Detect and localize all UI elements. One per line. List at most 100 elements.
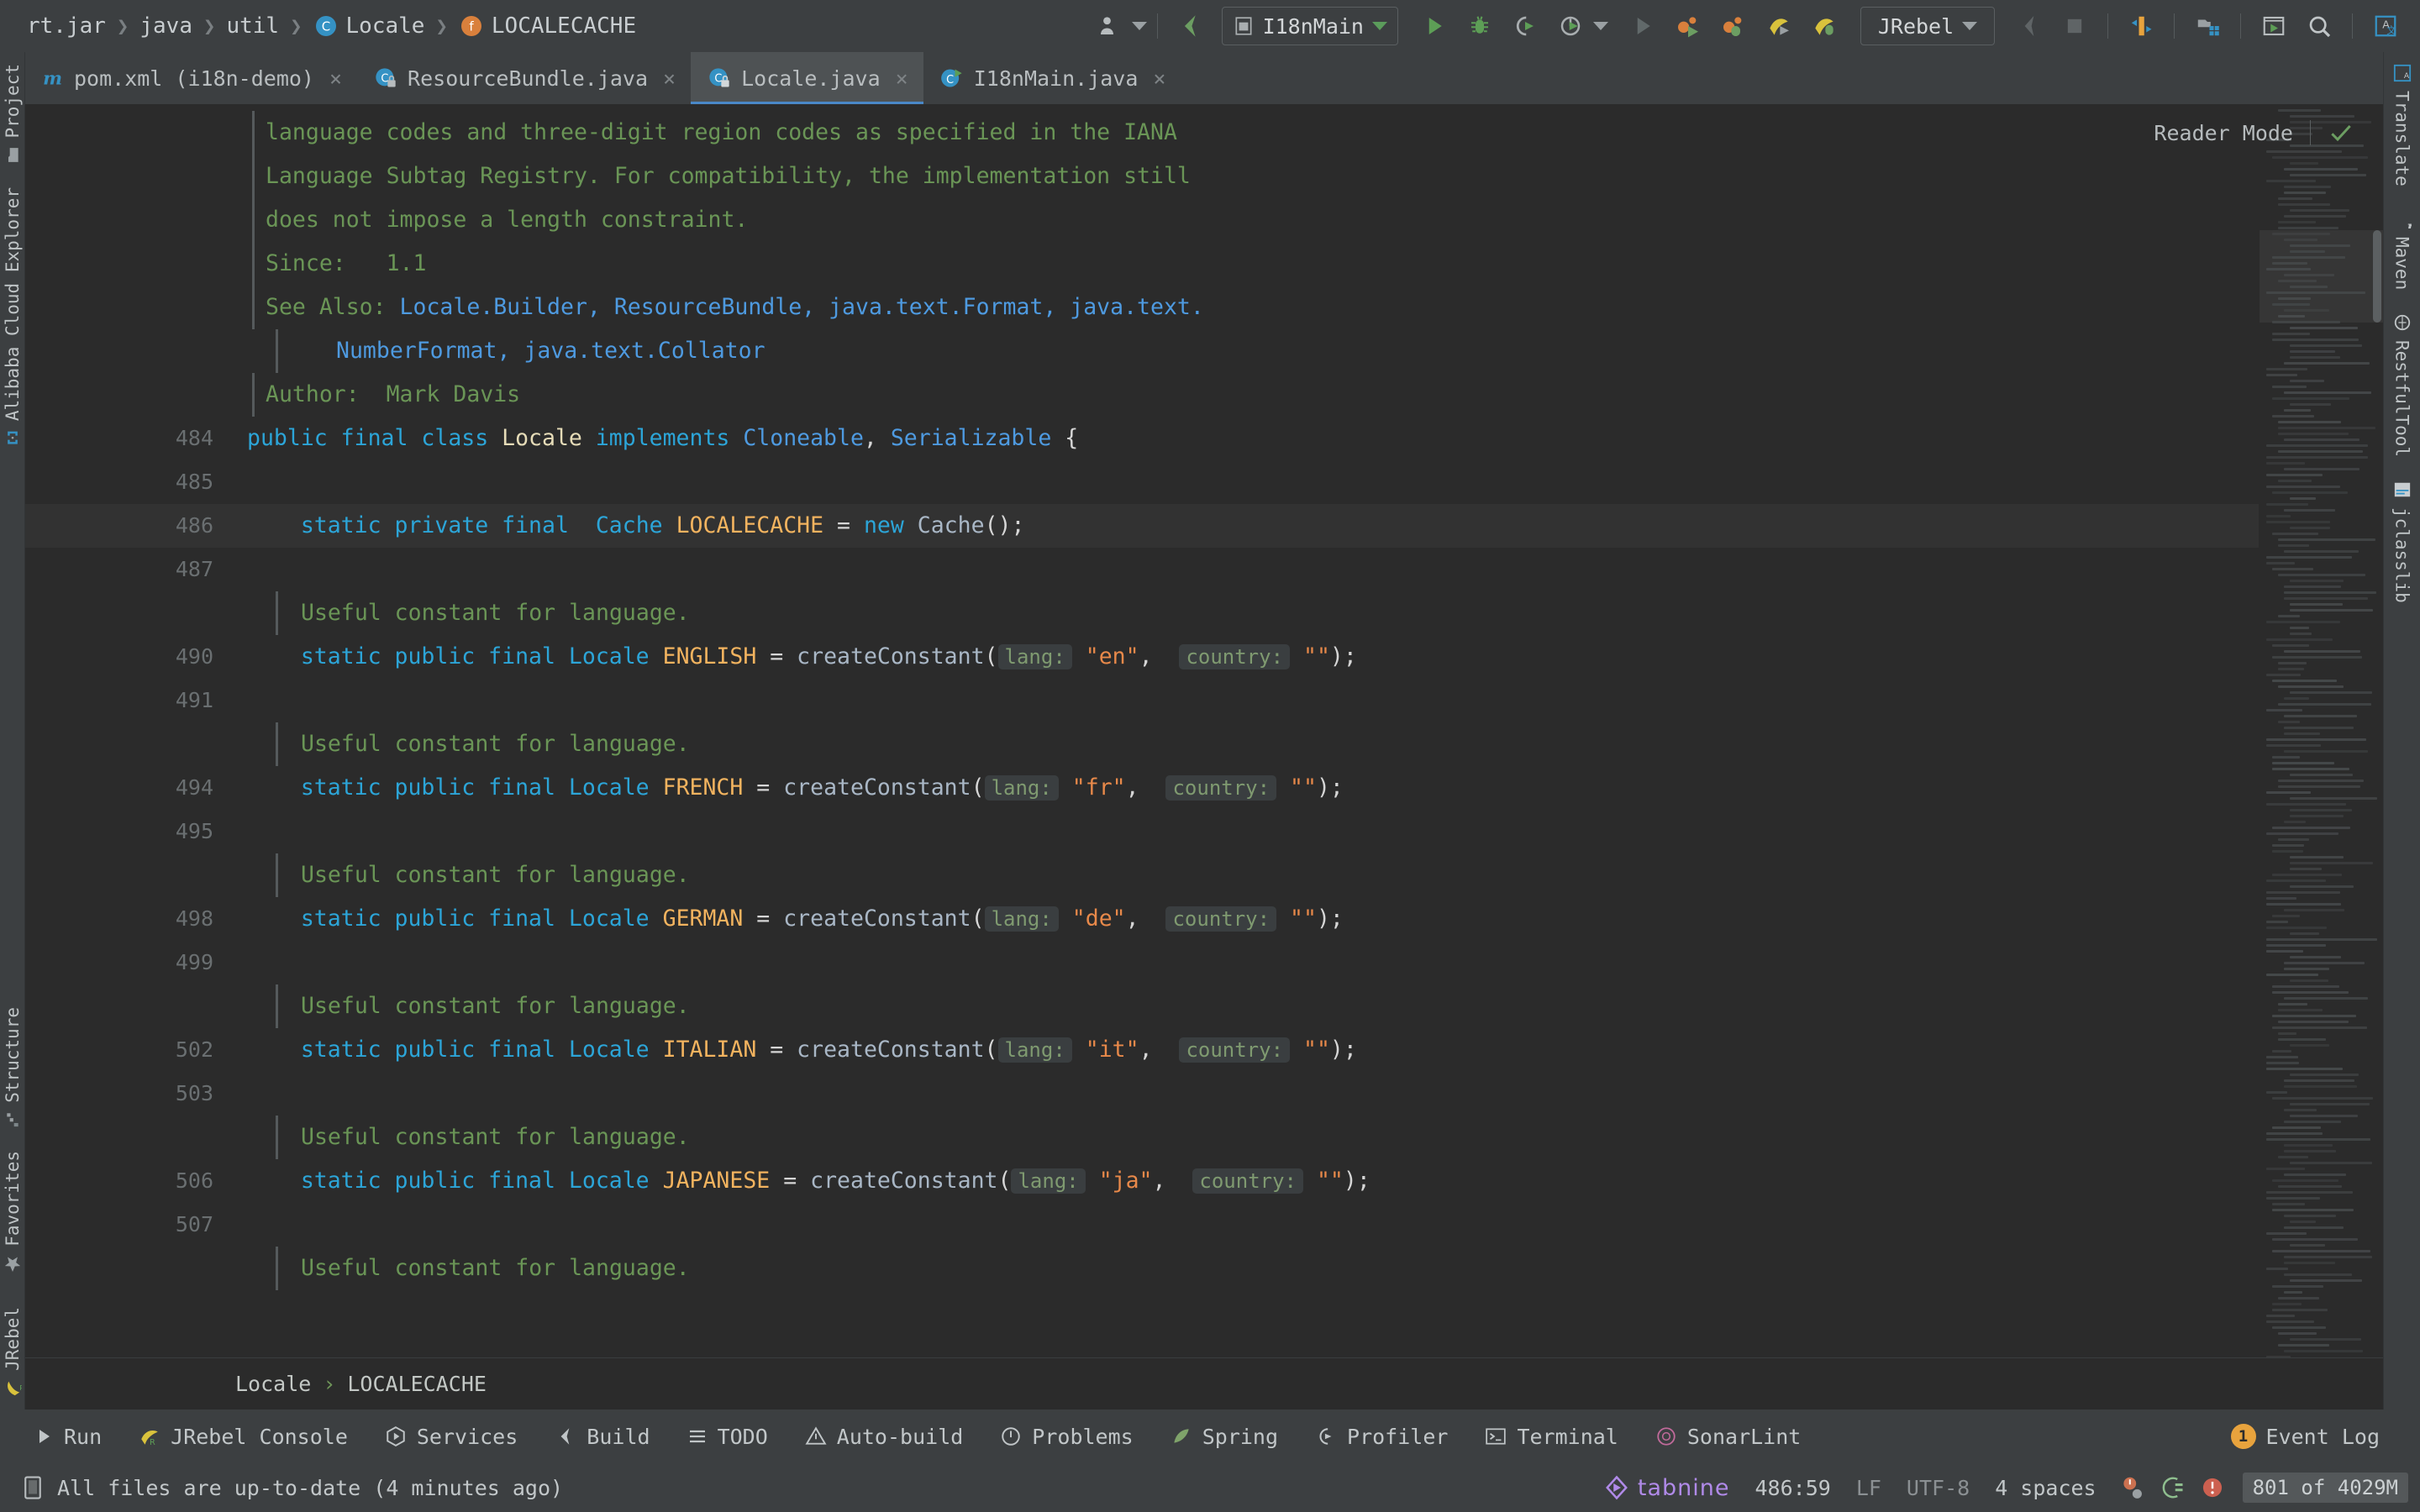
tool-window-profiler[interactable]: Profiler: [1297, 1425, 1466, 1449]
check-icon[interactable]: [2328, 119, 2354, 146]
tool-window-event-log[interactable]: 1 Event Log: [2212, 1424, 2398, 1449]
close-icon[interactable]: ×: [896, 66, 908, 91]
minimap-line: [2284, 1085, 2357, 1088]
line-separator[interactable]: LF: [1856, 1476, 1881, 1500]
sidebar-item-structure[interactable]: Structure: [1, 995, 24, 1140]
file-encoding[interactable]: UTF-8: [1907, 1476, 1970, 1500]
code-line[interactable]: does not impose a length constraint.: [266, 198, 748, 242]
code-content[interactable]: language codes and three-digit region co…: [235, 104, 2259, 1357]
reader-mode-indicator[interactable]: Reader Mode: [2154, 119, 2354, 146]
breadcrumb-item-rtjar[interactable]: rt.jar: [22, 12, 111, 40]
code-line[interactable]: Language Subtag Registry. For compatibil…: [266, 155, 1191, 198]
code-line[interactable]: Useful constant for language.: [301, 984, 690, 1028]
sidebar-item-maven[interactable]: m Maven: [2391, 198, 2414, 302]
build-project-button[interactable]: [2007, 7, 2052, 45]
chevron-right-icon: ❯: [111, 14, 134, 38]
tool-window-spring[interactable]: Spring: [1152, 1425, 1297, 1449]
code-line[interactable]: static public final Locale JAPANESE = cr…: [247, 1159, 1370, 1203]
breadcrumb-item-java[interactable]: java: [134, 12, 197, 40]
sidebar-item-favorites[interactable]: Favorites: [1, 1139, 24, 1285]
inspection-icon[interactable]: [2118, 1474, 2144, 1501]
tabnine-label[interactable]: tabnine: [1638, 1475, 1730, 1501]
back-button[interactable]: [1168, 7, 1213, 45]
breadcrumb-item-localecache[interactable]: f LOCALECACHE: [454, 12, 641, 40]
code-line[interactable]: static public final Locale GERMAN = crea…: [247, 897, 1344, 941]
jrebel-profile-button[interactable]: [1756, 7, 1802, 45]
breadcrumb-item-util[interactable]: util: [221, 12, 284, 40]
sync-button[interactable]: [2118, 7, 2164, 45]
chevron-down-icon[interactable]: [1132, 22, 1147, 30]
code-line[interactable]: static public final Locale ITALIAN = cre…: [247, 1028, 1357, 1072]
jrebel-selector[interactable]: JRebel: [1860, 7, 1995, 45]
project-structure-button[interactable]: [2185, 7, 2230, 45]
code-line[interactable]: Useful constant for language.: [301, 591, 690, 635]
sidebar-item-translate[interactable]: A Translate: [2391, 52, 2414, 198]
code-line[interactable]: NumberFormat, java.text.Collator: [336, 329, 765, 373]
close-icon[interactable]: ×: [329, 66, 342, 91]
code-token-hint: lang:: [985, 906, 1059, 932]
memory-indicator[interactable]: 801 of 4029M: [2243, 1473, 2408, 1503]
sidebar-item-jclasslib[interactable]: jclasslib: [2391, 469, 2414, 615]
tool-window-build[interactable]: Build: [536, 1425, 668, 1449]
tool-window-problems[interactable]: Problems: [981, 1425, 1151, 1449]
editor-pane: Reader Mode 4844854864874904914944954984…: [25, 104, 2383, 1357]
run-button[interactable]: [1412, 7, 1457, 45]
tool-window-todo[interactable]: TODO: [669, 1425, 786, 1449]
tool-window-terminal[interactable]: Terminal: [1466, 1425, 1636, 1449]
breadcrumb-item-locale[interactable]: C Locale: [308, 12, 430, 40]
close-icon[interactable]: ×: [1153, 66, 1165, 91]
code-line[interactable]: language codes and three-digit region co…: [266, 111, 1177, 155]
run-configuration-selector[interactable]: I18nMain: [1222, 7, 1398, 45]
editor-minimap[interactable]: [2259, 104, 2383, 1357]
branch-icon[interactable]: [2160, 1475, 2184, 1500]
jrebel-coverage-button[interactable]: [1802, 7, 1847, 45]
tool-window-auto-build[interactable]: Auto-build: [786, 1425, 982, 1449]
code-line[interactable]: static public final Locale ENGLISH = cre…: [247, 635, 1357, 679]
close-icon[interactable]: ×: [663, 66, 676, 91]
editor-tab-i18nmain-java[interactable]: C I18nMain.java ×: [923, 52, 1181, 104]
code-line[interactable]: Useful constant for language.: [301, 722, 690, 766]
jrebel-run-button[interactable]: [1665, 7, 1711, 45]
caret-position[interactable]: 486:59: [1755, 1476, 1831, 1500]
tool-window-services[interactable]: Services: [366, 1425, 536, 1449]
code-line[interactable]: See Also: Locale.Builder, ResourceBundle…: [266, 286, 1204, 329]
indent-setting[interactable]: 4 spaces: [1995, 1476, 2096, 1500]
code-line[interactable]: public final class Locale implements Clo…: [247, 417, 1078, 460]
code-line[interactable]: static private final Cache LOCALECACHE =…: [247, 504, 1024, 548]
translate-button[interactable]: A文: [2363, 7, 2408, 45]
breadcrumb-class[interactable]: Locale: [235, 1372, 311, 1396]
code-token-cnst: JAPANESE: [663, 1168, 771, 1194]
code-line[interactable]: Since: 1.1: [266, 242, 426, 286]
code-line[interactable]: Useful constant for language.: [301, 1116, 690, 1159]
run-with-coverage-button[interactable]: [1502, 7, 1548, 45]
tool-window-run[interactable]: Run: [22, 1425, 120, 1449]
breadcrumb-member[interactable]: LOCALECACHE: [347, 1372, 487, 1396]
editor-tab-pom-xml[interactable]: m pom.xml (i18n-demo) ×: [25, 52, 357, 104]
scrollbar-thumb[interactable]: [2373, 230, 2381, 323]
tool-window-jrebel-console[interactable]: R JRebel Console: [120, 1425, 366, 1449]
profile-button[interactable]: [1548, 7, 1593, 45]
debug-button[interactable]: [1457, 7, 1502, 45]
jrebel-debug-button[interactable]: [1711, 7, 1756, 45]
search-everywhere-button[interactable]: [2296, 7, 2342, 45]
tabnine-icon[interactable]: [1604, 1475, 1629, 1500]
run-dim-button[interactable]: [1620, 7, 1665, 45]
sidebar-item-jrebel[interactable]: R JRebel: [1, 1285, 24, 1410]
sidebar-item-restfultool[interactable]: RestfulTool: [2391, 302, 2414, 469]
code-line[interactable]: Useful constant for language.: [301, 853, 690, 897]
editor-gutter[interactable]: 4844854864874904914944954984995025035065…: [25, 104, 235, 1357]
sidebar-item-project[interactable]: Project: [1, 52, 24, 176]
sidebar-item-alibaba-cloud-explorer[interactable]: Alibaba Cloud Explorer: [1, 176, 24, 458]
editor-tab-locale-java[interactable]: C Locale.java ×: [691, 52, 923, 104]
code-line[interactable]: static public final Locale FRENCH = crea…: [247, 766, 1344, 810]
error-icon[interactable]: [2201, 1476, 2224, 1499]
code-line[interactable]: Author: Mark Davis: [266, 373, 520, 417]
code-line[interactable]: Useful constant for language.: [301, 1247, 690, 1290]
editor-tabs: m pom.xml (i18n-demo) × C ResourceBundle…: [25, 52, 2383, 104]
profile-switcher-button[interactable]: [1086, 7, 1132, 45]
editor-tab-resourcebundle-java[interactable]: C ResourceBundle.java ×: [357, 52, 691, 104]
run-anything-button[interactable]: [2251, 7, 2296, 45]
stop-button[interactable]: [2052, 7, 2097, 45]
tool-window-sonarlint[interactable]: SonarLint: [1637, 1425, 1819, 1449]
chevron-down-icon[interactable]: [1593, 22, 1608, 30]
